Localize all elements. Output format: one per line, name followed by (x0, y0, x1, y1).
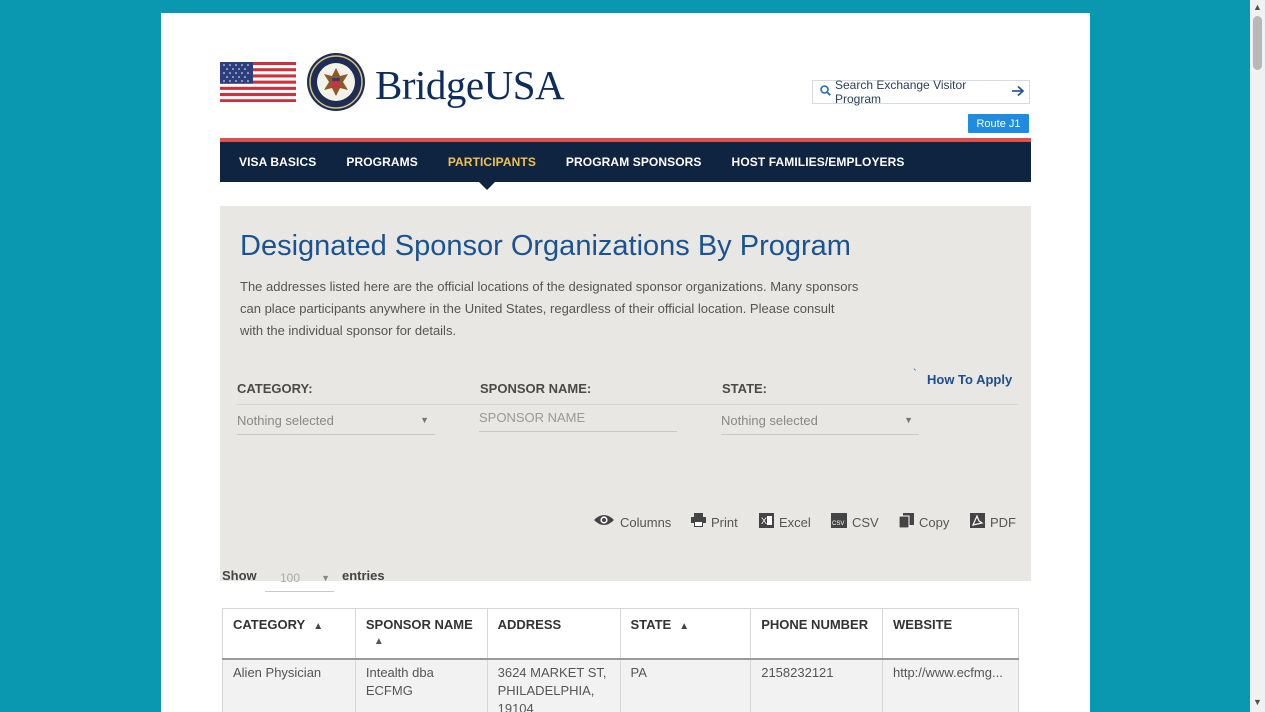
svg-text:X: X (761, 516, 767, 526)
tick-mark-icon: ` (913, 368, 917, 380)
printer-icon (691, 513, 706, 531)
how-to-apply-link[interactable]: How To Apply (927, 372, 1012, 387)
nav-visa-basics[interactable]: VISA BASICS (239, 155, 316, 169)
search-label: Search Exchange Visitor Program (835, 78, 967, 106)
category-select[interactable]: Nothing selected ▼ (237, 406, 435, 435)
scrollbar-thumb[interactable] (1253, 16, 1262, 70)
column-header-address[interactable]: ADDRESS (486, 608, 621, 660)
page-container: BridgeUSA Search Exchange Visitor Progra… (161, 13, 1090, 712)
pdf-file-icon (970, 513, 985, 532)
columns-button[interactable]: Columns (593, 513, 671, 531)
column-header-sponsor-name[interactable]: SPONSOR NAME ▲ (354, 608, 488, 660)
cell-category: Alien Physician (222, 658, 356, 712)
eye-icon (593, 513, 615, 531)
entries-select[interactable]: 100 ▼ (265, 564, 334, 592)
page-description: The addresses listed here are the offici… (240, 279, 859, 338)
nav-program-sponsors[interactable]: PROGRAM SPONSORS (566, 155, 702, 169)
column-header-state[interactable]: STATE ▲ (619, 608, 752, 660)
column-header-website[interactable]: WEBSITE (882, 608, 1019, 660)
entries-label: entries (342, 568, 385, 583)
caret-down-icon: ▼ (321, 572, 330, 583)
csv-label: CSV (852, 515, 879, 530)
state-select[interactable]: Nothing selected ▼ (721, 406, 919, 435)
hero-panel: Designated Sponsor Organizations By Prog… (220, 206, 1031, 381)
show-label: Show (222, 568, 257, 583)
caret-down-icon: ▼ (904, 415, 913, 425)
csv-file-icon: CSV (831, 513, 847, 532)
copy-icon (898, 513, 914, 532)
sponsor-name-label: SPONSOR NAME: (480, 381, 592, 396)
sort-asc-icon: ▲ (313, 621, 324, 632)
entries-value: 100 (280, 570, 301, 585)
excel-button[interactable]: X Excel (759, 513, 811, 532)
svg-text:CSV: CSV (832, 521, 844, 527)
sort-asc-icon: ▲ (373, 636, 384, 647)
csv-button[interactable]: CSV CSV (831, 513, 879, 532)
cell-phone: 2158232121 (750, 658, 883, 712)
cell-sponsor-name: Intealth dba ECFMG (354, 658, 488, 712)
state-select-value: Nothing selected (721, 412, 818, 428)
cell-website-link[interactable]: http://www.ecfmg... (882, 658, 1019, 712)
state-label: STATE: (722, 381, 768, 396)
copy-button[interactable]: Copy (898, 513, 950, 532)
cell-state: PA (619, 658, 752, 712)
search-exchange-link[interactable]: Search Exchange Visitor Program (812, 78, 1030, 106)
cell-address: 3624 MARKET ST, PHILADELPHIA, 19104 (486, 658, 621, 712)
active-nav-caret (479, 182, 495, 190)
vertical-scrollbar[interactable]: ▲ ▼ (1250, 0, 1265, 712)
column-header-phone-number[interactable]: PHONE NUMBER (750, 608, 883, 660)
copy-label: Copy (919, 515, 950, 530)
column-header-category[interactable]: CATEGORY ▲ (222, 608, 356, 660)
table-header-row: CATEGORY ▲ SPONSOR NAME ▲ ADDRESS STATE ▲ P… (222, 608, 1019, 660)
sponsor-name-input[interactable]: SPONSOR NAME (479, 403, 677, 432)
category-select-value: Nothing selected (237, 412, 334, 428)
brand-logo-text[interactable]: BridgeUSA (375, 61, 565, 109)
arrow-right-icon (1011, 84, 1025, 101)
nav-host-families-employers[interactable]: HOST FAMILIES/EMPLOYERS (732, 155, 905, 169)
caret-down-icon: ▼ (420, 415, 429, 425)
us-flag-icon (220, 62, 296, 102)
columns-label: Columns (620, 514, 672, 530)
table-row: Alien Physician Intealth dba ECFMG 3624 … (222, 658, 1019, 712)
sponsor-name-placeholder: SPONSOR NAME (479, 409, 586, 425)
route-j1-button[interactable]: Route J1 (968, 114, 1029, 133)
excel-file-icon: X (759, 513, 774, 532)
print-label: Print (711, 514, 738, 530)
main-nav: VISA BASICS PROGRAMS PARTICIPANTS PROGRA… (220, 142, 1031, 182)
scroll-up-arrow-icon[interactable]: ▲ (1253, 2, 1262, 12)
category-label: CATEGORY: (237, 381, 313, 396)
print-button[interactable]: Print (691, 513, 738, 531)
sponsors-table: CATEGORY ▲ SPONSOR NAME ▲ ADDRESS STATE ▲ P… (222, 608, 1019, 712)
department-seal-icon (307, 53, 365, 111)
nav-participants[interactable]: PARTICIPANTS (448, 155, 536, 169)
nav-programs[interactable]: PROGRAMS (346, 155, 417, 169)
pdf-button[interactable]: PDF (970, 513, 1016, 532)
sort-asc-icon: ▲ (679, 621, 690, 632)
scroll-down-arrow-icon[interactable]: ▼ (1253, 697, 1262, 707)
search-icon (820, 85, 831, 99)
pdf-label: PDF (990, 515, 1016, 530)
page-title: Designated Sponsor Organizations By Prog… (240, 230, 851, 262)
excel-label: Excel (779, 515, 811, 530)
